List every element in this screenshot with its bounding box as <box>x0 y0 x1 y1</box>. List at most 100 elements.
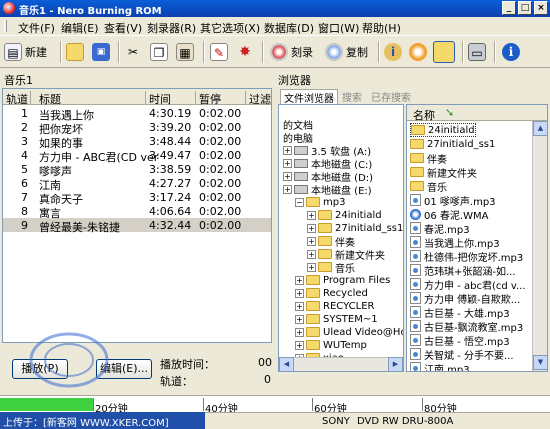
expand-icon[interactable]: − <box>295 197 304 207</box>
tree-node[interactable]: + SYSTEM~1 <box>295 312 378 326</box>
file-item[interactable]: 古巨基 - 悟空.mp3 <box>410 333 510 348</box>
new-button[interactable]: ▤ 新建 <box>4 40 47 64</box>
expand-icon[interactable]: + <box>295 301 304 311</box>
track-row[interactable]: 4 方力申 - ABC君(CD ver 3:49.47 0:02.00 <box>3 148 271 164</box>
open-button[interactable] <box>66 40 84 64</box>
maximize-button[interactable]: □ <box>518 1 532 15</box>
tab-saved-search[interactable]: 已存搜索 <box>371 89 411 104</box>
file-item[interactable]: 27initiald_ss1 <box>410 137 495 151</box>
expand-icon[interactable]: + <box>295 288 304 298</box>
expand-icon[interactable]: + <box>295 314 304 324</box>
file-item[interactable]: 古巨基 - 大雄.mp3 <box>410 305 510 320</box>
scroll-up-icon[interactable]: ▲ <box>533 121 547 136</box>
files-vscrollbar[interactable]: ▲ ▼ <box>532 121 547 371</box>
track-list[interactable]: 轨道 标题 时间 暂停 过滤器 1当我遇上你4:30.190:02.002把你宠… <box>2 88 272 343</box>
menu-recorder[interactable]: 刻录器(R) <box>147 20 196 36</box>
file-item[interactable]: 方力申 傅颖-自欺欺... <box>410 291 520 306</box>
track-row[interactable]: 5 嗲嗲声 3:38.59 0:02.00 <box>3 162 271 178</box>
menu-extras[interactable]: 其它选项(X) <box>200 20 260 36</box>
scroll-down-icon[interactable]: ▼ <box>533 355 547 370</box>
paste-button[interactable]: ▦ <box>176 40 194 64</box>
track-row[interactable]: 6 江南 4:27.27 0:02.00 <box>3 176 271 192</box>
save-button[interactable]: ▣ <box>92 40 110 64</box>
file-item[interactable]: 杜德伟-把你宠坏.mp3 <box>410 249 523 264</box>
menu-edit[interactable]: 编辑(E) <box>61 20 99 36</box>
track-row[interactable]: 9 曾经最美-朱铭捷 4:32.44 0:02.00 <box>3 218 271 234</box>
tree-node[interactable]: + 音乐 <box>307 260 355 275</box>
file-item[interactable]: 伴奏 <box>410 151 447 166</box>
scroll-left-icon[interactable]: ◀ <box>279 357 294 371</box>
expand-icon[interactable]: + <box>307 236 316 246</box>
file-item[interactable]: 方力申 - abc君(cd v... <box>410 277 526 292</box>
tab-file-browser[interactable]: 文件浏览器 <box>280 89 338 105</box>
file-list[interactable]: 名称 ➘ 24initiald 27initiald_ss1 伴奏 新建文件夹 音乐 01… <box>406 104 548 372</box>
expand-icon[interactable]: + <box>307 262 316 272</box>
column-title[interactable]: 标题 <box>36 91 146 106</box>
copy-disc-button[interactable]: 复制 <box>325 40 368 64</box>
track-row[interactable]: 8 寓言 4:06.64 0:02.00 <box>3 204 271 220</box>
file-item[interactable]: 音乐 <box>410 179 447 194</box>
burn-button[interactable]: 刻录 <box>270 40 313 64</box>
file-item[interactable]: 06 春泥.WMA <box>410 207 488 222</box>
expand-icon[interactable]: + <box>283 171 292 181</box>
file-item[interactable]: 范玮琪+张韶涵-如... <box>410 263 516 278</box>
tree-node[interactable]: 的电脑 <box>283 130 313 145</box>
properties-button[interactable]: ✎ <box>210 40 228 64</box>
file-item[interactable]: 当我遇上你.mp3 <box>410 235 500 250</box>
recorder-button[interactable]: ▭ <box>468 40 486 64</box>
tree-node[interactable]: +24initiald <box>307 208 382 222</box>
file-item[interactable]: 关智斌 - 分手不要... <box>410 347 514 362</box>
file-item[interactable]: 春泥.mp3 <box>410 221 470 236</box>
tree-node[interactable]: + Program Files <box>295 273 390 287</box>
tree-node[interactable]: − mp3 <box>295 195 345 209</box>
minimize-button[interactable]: _ <box>502 1 516 15</box>
tree-node[interactable]: + Ulead Video@Home <box>295 325 403 339</box>
track-row[interactable]: 3 如果的事 3:48.44 0:02.00 <box>3 134 271 150</box>
tree-node[interactable]: + 本地磁盘 (E:) <box>283 182 372 197</box>
eject-button[interactable] <box>409 40 427 64</box>
expand-icon[interactable]: + <box>307 223 316 233</box>
file-item[interactable]: 新建文件夹 <box>410 165 477 180</box>
tree-node[interactable]: +27initiald_ss1 <box>307 221 403 235</box>
column-pause[interactable]: 暂停 <box>196 91 246 106</box>
tab-search[interactable]: 搜索 <box>342 89 362 104</box>
write-cd-button[interactable]: ✸ <box>236 40 254 64</box>
column-filter[interactable]: 过滤器 <box>246 91 271 106</box>
expand-icon[interactable]: + <box>295 340 304 350</box>
file-item[interactable]: 古巨基-飘流教室.mp3 <box>410 319 523 334</box>
tree-hscrollbar[interactable]: ◀ ▶ <box>279 357 403 371</box>
expand-icon[interactable]: + <box>307 210 316 220</box>
expand-icon[interactable]: + <box>295 275 304 285</box>
nero-app-icon[interactable] <box>3 2 15 14</box>
close-button[interactable]: × <box>534 1 548 15</box>
cut-button[interactable]: ✂ <box>124 40 142 64</box>
menu-view[interactable]: 查看(V) <box>104 20 142 36</box>
menu-window[interactable]: 窗口(W) <box>318 20 359 36</box>
menu-database[interactable]: 数据库(D) <box>264 20 314 36</box>
tree-node[interactable]: + Recycled <box>295 286 368 300</box>
help-button[interactable]: i <box>502 40 520 64</box>
scroll-right-icon[interactable]: ▶ <box>388 357 403 371</box>
browser-toggle-button[interactable] <box>433 40 455 64</box>
expand-icon[interactable]: + <box>283 184 292 194</box>
expand-icon[interactable]: + <box>295 327 304 337</box>
copy-clip-button[interactable]: ❐ <box>150 40 168 64</box>
folder-tree[interactable]: 的文档 的电脑 +3.5 软盘 (A:) + 本地磁盘 (C:) + 本地磁盘 (D:) + 本… <box>278 104 404 372</box>
track-row[interactable]: 7 真命天子 3:17.24 0:02.00 <box>3 190 271 206</box>
file-item[interactable]: 24initiald <box>410 123 476 137</box>
file-item[interactable]: 江南.mp3 <box>410 361 470 371</box>
expand-icon[interactable]: + <box>307 249 316 259</box>
menu-file[interactable]: 文件(F) <box>18 20 55 36</box>
column-name[interactable]: 名称 <box>413 107 435 123</box>
tree-node[interactable]: + WUTemp <box>295 338 367 352</box>
track-row[interactable]: 1 当我遇上你 4:30.19 0:02.00 <box>3 106 271 122</box>
tree-node[interactable]: + RECYCLER <box>295 299 374 313</box>
expand-icon[interactable]: + <box>283 145 292 155</box>
expand-icon[interactable]: + <box>283 158 292 168</box>
track-row[interactable]: 2 把你宠坏 3:39.20 0:02.00 <box>3 120 271 136</box>
menu-grip[interactable] <box>4 20 7 32</box>
disc-info-button[interactable]: i <box>384 40 402 64</box>
menu-help[interactable]: 帮助(H) <box>362 20 401 36</box>
column-track[interactable]: 轨道 <box>3 91 31 106</box>
file-item[interactable]: 01 嗲嗲声.mp3 <box>410 193 496 208</box>
